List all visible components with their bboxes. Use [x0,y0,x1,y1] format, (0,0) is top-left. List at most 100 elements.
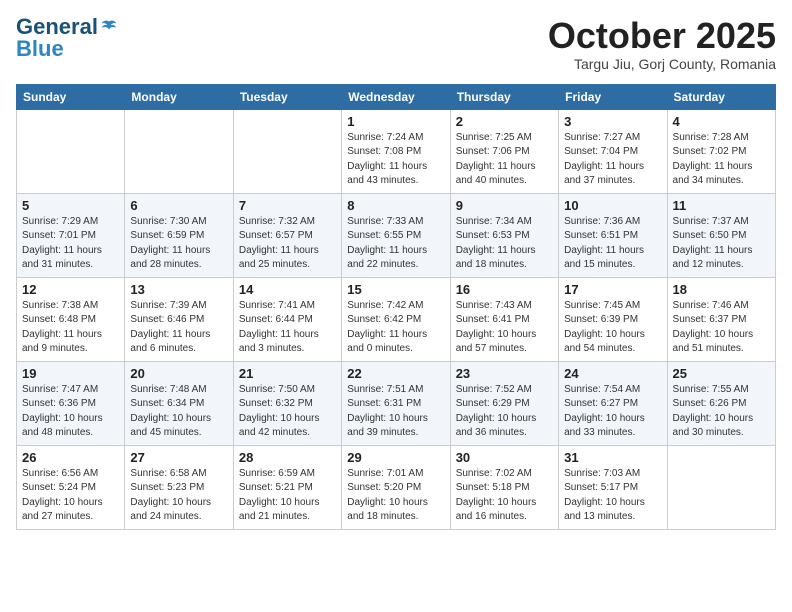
calendar-day-cell: 4 Sunrise: 7:28 AM Sunset: 7:02 PM Daylig… [667,109,775,193]
day-number: 15 [347,282,444,297]
day-number: 29 [347,450,444,465]
day-number: 10 [564,198,661,213]
day-info: Sunrise: 7:03 AM Sunset: 5:17 PM Dayligh… [564,467,661,525]
calendar-day-cell: 16Sunrise: 7:43 AM Sunset: 6:41 PM Dayli… [450,277,558,361]
calendar-day-cell: 13 Sunrise: 7:39 AM Sunset: 6:46 PM Dayli… [125,277,233,361]
day-info: Sunrise: 7:27 AM Sunset: 7:04 PM Dayligh… [564,131,661,189]
calendar-week-row: 26 Sunrise: 6:56 AM Sunset: 5:24 PM Dayli… [17,445,776,529]
calendar-day-cell: 14 Sunrise: 7:41 AM Sunset: 6:44 PM Dayli… [233,277,341,361]
calendar-day-cell: 6 Sunrise: 7:30 AM Sunset: 6:59 PM Daylig… [125,193,233,277]
day-info: Sunrise: 7:36 AM Sunset: 6:51 PM Dayligh… [564,215,661,273]
logo-general: General [16,16,98,38]
calendar-week-row: 19 Sunrise: 7:47 AM Sunset: 6:36 PM Dayli… [17,361,776,445]
day-number: 23 [456,366,553,381]
day-number: 6 [130,198,227,213]
calendar-day-cell: 12Sunrise: 7:38 AM Sunset: 6:48 PM Dayli… [17,277,125,361]
weekday-header-thursday: Thursday [450,84,558,109]
day-info: Sunrise: 7:32 AM Sunset: 6:57 PM Dayligh… [239,215,336,273]
title-block: October 2025 Targu Jiu, Gorj County, Rom… [548,16,776,72]
day-number: 4 [673,114,770,129]
calendar-week-row: 12Sunrise: 7:38 AM Sunset: 6:48 PM Dayli… [17,277,776,361]
day-info: Sunrise: 7:42 AM Sunset: 6:42 PM Dayligh… [347,299,444,357]
calendar-day-cell: 21 Sunrise: 7:50 AM Sunset: 6:32 PM Dayli… [233,361,341,445]
calendar-day-cell: 8Sunrise: 7:33 AM Sunset: 6:55 PM Daylig… [342,193,450,277]
day-info: Sunrise: 7:47 AM Sunset: 6:36 PM Dayligh… [22,383,119,441]
calendar-day-cell: 18Sunrise: 7:46 AM Sunset: 6:37 PM Dayli… [667,277,775,361]
calendar-day-cell [233,109,341,193]
day-info: Sunrise: 7:45 AM Sunset: 6:39 PM Dayligh… [564,299,661,357]
calendar-table: SundayMondayTuesdayWednesdayThursdayFrid… [16,84,776,530]
day-number: 13 [130,282,227,297]
day-number: 28 [239,450,336,465]
day-number: 20 [130,366,227,381]
day-info: Sunrise: 7:01 AM Sunset: 5:20 PM Dayligh… [347,467,444,525]
calendar-day-cell: 11 Sunrise: 7:37 AM Sunset: 6:50 PM Dayli… [667,193,775,277]
weekday-header-saturday: Saturday [667,84,775,109]
day-info: Sunrise: 7:28 AM Sunset: 7:02 PM Dayligh… [673,131,770,189]
calendar-day-cell: 29 Sunrise: 7:01 AM Sunset: 5:20 PM Dayli… [342,445,450,529]
day-number: 11 [673,198,770,213]
day-info: Sunrise: 7:34 AM Sunset: 6:53 PM Dayligh… [456,215,553,273]
day-number: 1 [347,114,444,129]
weekday-header-monday: Monday [125,84,233,109]
calendar-day-cell: 28 Sunrise: 6:59 AM Sunset: 5:21 PM Dayli… [233,445,341,529]
logo-blue-text: Blue [16,38,64,60]
weekday-header-sunday: Sunday [17,84,125,109]
day-info: Sunrise: 6:56 AM Sunset: 5:24 PM Dayligh… [22,467,119,525]
day-number: 22 [347,366,444,381]
calendar-day-cell: 31 Sunrise: 7:03 AM Sunset: 5:17 PM Dayli… [559,445,667,529]
day-info: Sunrise: 7:02 AM Sunset: 5:18 PM Dayligh… [456,467,553,525]
calendar-day-cell [667,445,775,529]
day-info: Sunrise: 7:24 AM Sunset: 7:08 PM Dayligh… [347,131,444,189]
day-number: 5 [22,198,119,213]
day-info: Sunrise: 7:30 AM Sunset: 6:59 PM Dayligh… [130,215,227,273]
weekday-header-friday: Friday [559,84,667,109]
calendar-day-cell: 15 Sunrise: 7:42 AM Sunset: 6:42 PM Dayli… [342,277,450,361]
location-subtitle: Targu Jiu, Gorj County, Romania [548,56,776,72]
day-number: 14 [239,282,336,297]
calendar-day-cell [125,109,233,193]
calendar-day-cell: 25Sunrise: 7:55 AM Sunset: 6:26 PM Dayli… [667,361,775,445]
calendar-day-cell: 5Sunrise: 7:29 AM Sunset: 7:01 PM Daylig… [17,193,125,277]
day-info: Sunrise: 7:46 AM Sunset: 6:37 PM Dayligh… [673,299,770,357]
day-info: Sunrise: 7:51 AM Sunset: 6:31 PM Dayligh… [347,383,444,441]
calendar-day-cell: 2Sunrise: 7:25 AM Sunset: 7:06 PM Daylig… [450,109,558,193]
day-info: Sunrise: 7:41 AM Sunset: 6:44 PM Dayligh… [239,299,336,357]
calendar-day-cell: 3Sunrise: 7:27 AM Sunset: 7:04 PM Daylig… [559,109,667,193]
calendar-day-cell: 9 Sunrise: 7:34 AM Sunset: 6:53 PM Daylig… [450,193,558,277]
day-number: 7 [239,198,336,213]
day-number: 2 [456,114,553,129]
day-info: Sunrise: 7:37 AM Sunset: 6:50 PM Dayligh… [673,215,770,273]
day-number: 17 [564,282,661,297]
day-info: Sunrise: 7:54 AM Sunset: 6:27 PM Dayligh… [564,383,661,441]
day-number: 16 [456,282,553,297]
calendar-day-cell: 7 Sunrise: 7:32 AM Sunset: 6:57 PM Daylig… [233,193,341,277]
calendar-day-cell: 19 Sunrise: 7:47 AM Sunset: 6:36 PM Dayli… [17,361,125,445]
weekday-header-wednesday: Wednesday [342,84,450,109]
calendar-header-row: SundayMondayTuesdayWednesdayThursdayFrid… [17,84,776,109]
calendar-day-cell: 26 Sunrise: 6:56 AM Sunset: 5:24 PM Dayli… [17,445,125,529]
calendar-day-cell: 30 Sunrise: 7:02 AM Sunset: 5:18 PM Dayli… [450,445,558,529]
calendar-week-row: 5Sunrise: 7:29 AM Sunset: 7:01 PM Daylig… [17,193,776,277]
calendar-day-cell: 24Sunrise: 7:54 AM Sunset: 6:27 PM Dayli… [559,361,667,445]
calendar-day-cell: 23 Sunrise: 7:52 AM Sunset: 6:29 PM Dayli… [450,361,558,445]
day-number: 27 [130,450,227,465]
day-number: 26 [22,450,119,465]
calendar-day-cell: 22 Sunrise: 7:51 AM Sunset: 6:31 PM Dayli… [342,361,450,445]
calendar-day-cell: 1 Sunrise: 7:24 AM Sunset: 7:08 PM Daylig… [342,109,450,193]
day-info: Sunrise: 7:48 AM Sunset: 6:34 PM Dayligh… [130,383,227,441]
day-number: 19 [22,366,119,381]
day-number: 9 [456,198,553,213]
day-info: Sunrise: 7:55 AM Sunset: 6:26 PM Dayligh… [673,383,770,441]
day-number: 30 [456,450,553,465]
day-info: Sunrise: 7:39 AM Sunset: 6:46 PM Dayligh… [130,299,227,357]
day-info: Sunrise: 7:50 AM Sunset: 6:32 PM Dayligh… [239,383,336,441]
day-info: Sunrise: 7:52 AM Sunset: 6:29 PM Dayligh… [456,383,553,441]
calendar-day-cell [17,109,125,193]
month-title: October 2025 [548,16,776,56]
day-number: 31 [564,450,661,465]
calendar-day-cell: 27Sunrise: 6:58 AM Sunset: 5:23 PM Dayli… [125,445,233,529]
day-number: 21 [239,366,336,381]
calendar-day-cell: 17 Sunrise: 7:45 AM Sunset: 6:39 PM Dayli… [559,277,667,361]
day-info: Sunrise: 6:59 AM Sunset: 5:21 PM Dayligh… [239,467,336,525]
